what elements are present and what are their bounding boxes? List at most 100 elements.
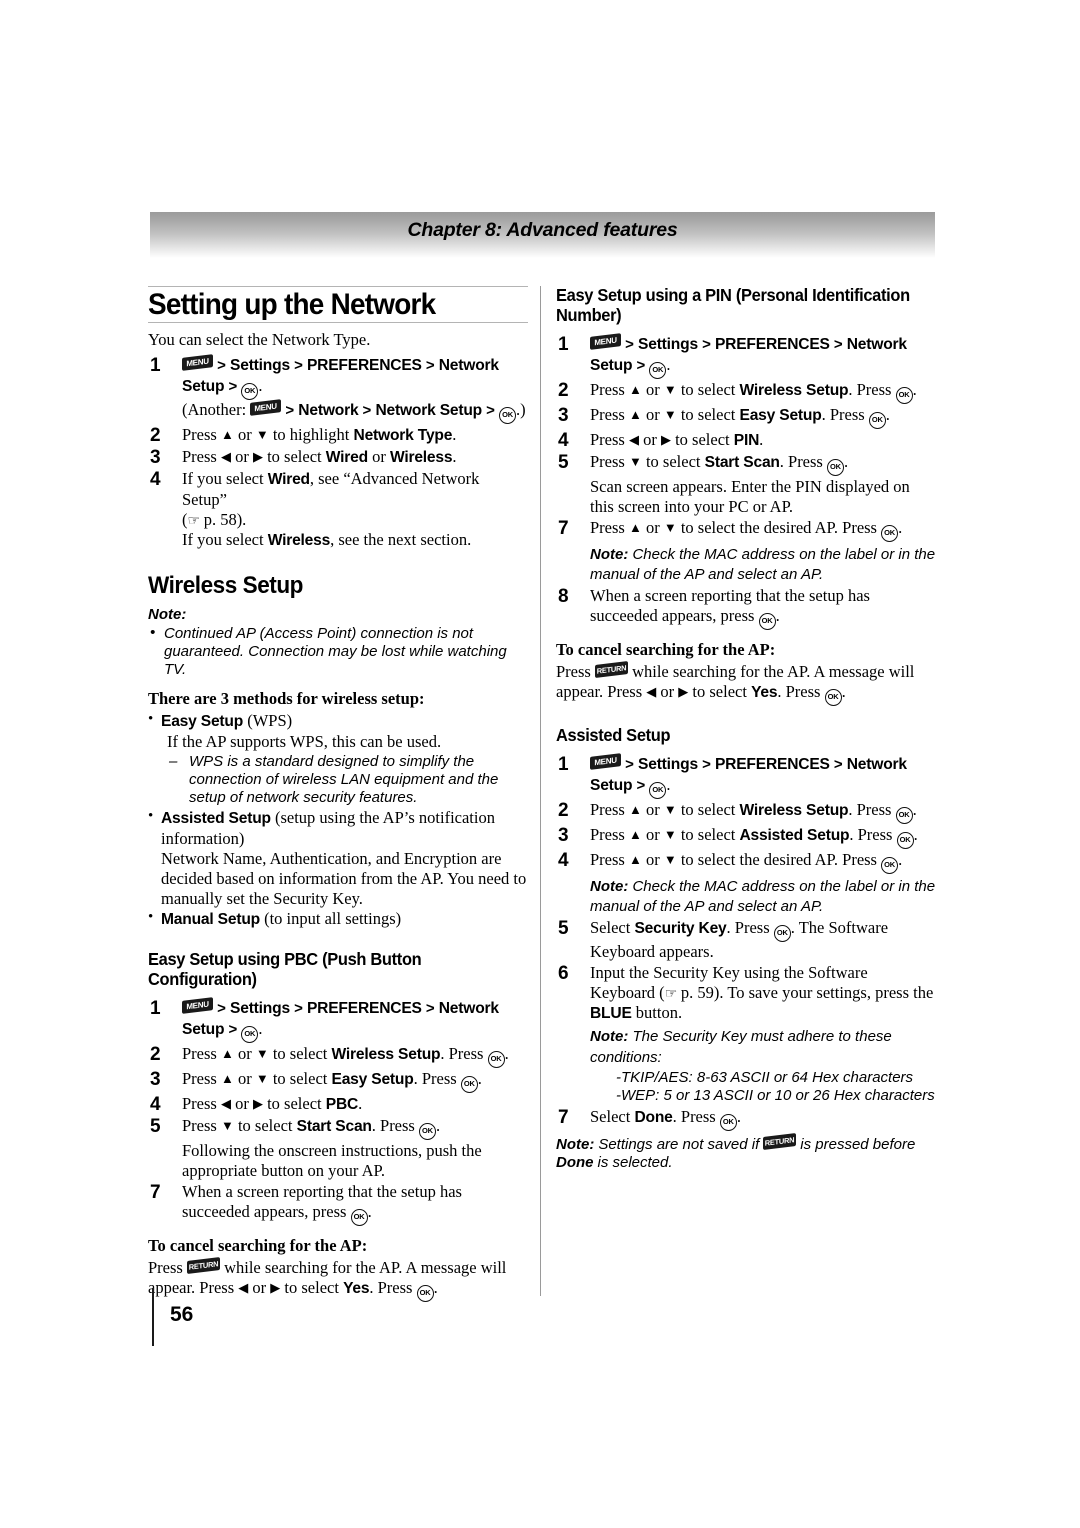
step-lead: Press bbox=[182, 1093, 217, 1113]
step-number: 4 bbox=[150, 469, 161, 491]
step-tail: button. bbox=[635, 1003, 683, 1023]
step-mid: to select the desired AP. Press bbox=[680, 517, 877, 537]
step-item: 1 MENU > Settings > PREFERENCES > Networ… bbox=[148, 354, 528, 425]
step-number: 3 bbox=[150, 447, 161, 469]
note-text: Check the MAC address on the label or in… bbox=[590, 877, 936, 916]
alternate-path-lead: (Another: bbox=[182, 400, 247, 420]
right-arrow-icon: ▶ bbox=[660, 431, 671, 447]
step-or: or bbox=[235, 447, 249, 467]
note-label: Note: bbox=[556, 1136, 595, 1154]
menu-key-icon: MENU bbox=[182, 996, 213, 1014]
step-lead: Press bbox=[590, 379, 625, 399]
chapter-title: Chapter 8: Advanced features bbox=[407, 219, 678, 241]
pin-heading: Easy Setup using a PIN (Personal Identif… bbox=[556, 285, 910, 325]
step-target: Network Type bbox=[353, 427, 453, 445]
up-arrow-icon: ▲ bbox=[220, 427, 234, 443]
chevron-separator: > bbox=[702, 756, 711, 773]
pbc-heading: Easy Setup using PBC (Push Button Config… bbox=[148, 948, 422, 989]
step-conj: or bbox=[372, 447, 386, 467]
step-item: 4 If you select Wired, see “Advanced Net… bbox=[148, 469, 528, 551]
chevron-separator: > bbox=[285, 402, 295, 420]
intro-text: You can select the Network Type. bbox=[148, 330, 371, 350]
up-arrow-icon: ▲ bbox=[628, 381, 642, 397]
ok-key-icon: OK bbox=[881, 524, 899, 542]
step-bold-wired: Wired bbox=[267, 471, 310, 489]
up-arrow-icon: ▲ bbox=[220, 1070, 234, 1086]
method-paren: (to input all settings) bbox=[264, 908, 402, 928]
step-number: 6 bbox=[558, 963, 569, 985]
step-number: 7 bbox=[150, 1181, 161, 1203]
step-lead: When a screen reporting that the setup h… bbox=[590, 586, 870, 626]
right-column: Easy Setup using a PIN (Personal Identif… bbox=[556, 285, 936, 1174]
down-arrow-icon: ▼ bbox=[663, 406, 677, 422]
chevron-separator: > bbox=[702, 335, 711, 353]
step-mid: Press bbox=[680, 1107, 716, 1127]
step-lead: If you select bbox=[182, 469, 264, 489]
step-mid: to select bbox=[267, 1093, 322, 1113]
ok-key-icon: OK bbox=[826, 458, 844, 476]
step-item: 5 Press ▼ to select Start Scan. Press OK… bbox=[148, 1116, 528, 1140]
method-name: Assisted Setup bbox=[161, 810, 271, 828]
chevron-separator: > bbox=[217, 999, 226, 1017]
step-target: PIN bbox=[733, 431, 760, 449]
chevron-separator: > bbox=[362, 402, 372, 420]
note-label: Note: bbox=[148, 606, 187, 624]
method-dash-note: WPS is a standard designed to simplify t… bbox=[161, 753, 528, 807]
page-number: 56 bbox=[170, 1303, 194, 1326]
step-mid: to highlight bbox=[272, 425, 350, 445]
manual-page: Chapter 8: Advanced features Setting up … bbox=[0, 0, 1080, 1528]
step-number: 7 bbox=[558, 1107, 569, 1129]
up-arrow-icon: ▲ bbox=[628, 406, 642, 422]
cancel-paragraph: Press RETURN while searching for the AP.… bbox=[556, 661, 936, 707]
step-mid: to select bbox=[237, 1115, 293, 1135]
step-target: Done bbox=[634, 1109, 673, 1127]
step-line2-rest: , see the next section. bbox=[330, 530, 472, 550]
note-label: Note: bbox=[590, 545, 629, 563]
step-mid: to select bbox=[645, 451, 701, 471]
assisted-setup-heading: Assisted Setup bbox=[556, 725, 671, 746]
step-mid: to select bbox=[675, 429, 730, 449]
step-lead: Press bbox=[590, 517, 625, 537]
step-ref: p. 58). bbox=[203, 510, 247, 530]
methods-heading: There are 3 methods for wireless setup: bbox=[148, 689, 425, 709]
title-rule-top bbox=[148, 286, 528, 287]
chapter-banner: Chapter 8: Advanced features bbox=[150, 212, 935, 258]
step-or: or bbox=[645, 849, 660, 869]
note-label: Note: bbox=[590, 877, 629, 895]
step-lead: Press bbox=[182, 1115, 217, 1135]
cancel-lead: Press bbox=[148, 1257, 183, 1277]
step-lead: Select bbox=[590, 1107, 631, 1127]
step-mid: Press bbox=[734, 918, 770, 938]
chevron-separator: > bbox=[636, 356, 646, 374]
step-lead: Press bbox=[590, 824, 625, 844]
step-item: 7 When a screen reporting that the setup… bbox=[148, 1182, 528, 1226]
ok-key-icon: OK bbox=[649, 361, 667, 379]
step-item: 1 MENU > Settings > PREFERENCES > Networ… bbox=[556, 753, 936, 799]
step-lead: When a screen reporting that the setup h… bbox=[182, 1181, 462, 1221]
ok-key-icon: OK bbox=[895, 806, 913, 824]
method-name: Easy Setup bbox=[161, 713, 244, 731]
step-number: 1 bbox=[150, 997, 161, 1019]
left-column: Setting up the Network You can select th… bbox=[148, 286, 528, 1307]
right-arrow-icon: ▶ bbox=[270, 1279, 281, 1295]
step-item: 2 Press ▲ or ▼ to highlight Network Type… bbox=[150, 425, 457, 447]
step-or: or bbox=[645, 824, 660, 844]
return-key-icon: RETURN bbox=[763, 1133, 797, 1151]
step-number: 2 bbox=[150, 1043, 161, 1065]
step-line-2: If you select Wireless, see the next sec… bbox=[182, 530, 528, 551]
step-ref-line: (☞ p. 58). bbox=[182, 510, 247, 530]
step-lead: Press bbox=[182, 1068, 217, 1088]
down-arrow-icon: ▼ bbox=[220, 1117, 234, 1133]
down-arrow-icon: ▼ bbox=[663, 826, 677, 842]
menu-path-settings: Settings bbox=[638, 335, 698, 353]
step-tail: Press bbox=[448, 1043, 484, 1063]
note-bullet-item: Continued AP (Access Point) connection i… bbox=[148, 624, 528, 679]
up-arrow-icon: ▲ bbox=[628, 519, 642, 535]
title-rule-bottom bbox=[148, 322, 528, 324]
step-target: Wireless Setup bbox=[739, 381, 849, 399]
step-target: Security Key bbox=[634, 920, 727, 938]
cancel-paragraph: Press RETURN while searching for the AP.… bbox=[148, 1256, 528, 1302]
note-label: Note: bbox=[590, 1028, 629, 1046]
step-or: or bbox=[645, 517, 660, 537]
step-option-wireless: Wireless bbox=[389, 449, 453, 467]
